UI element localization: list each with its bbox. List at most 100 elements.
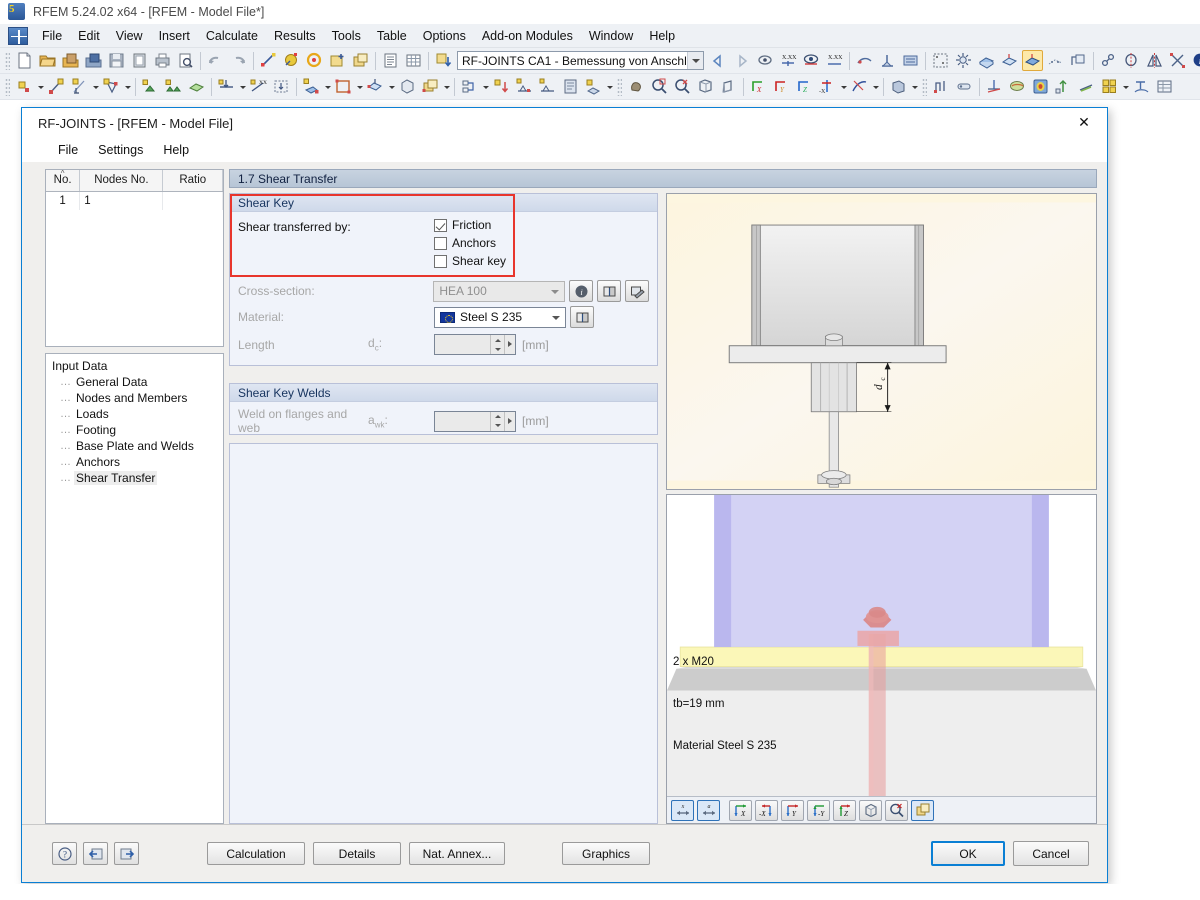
view-x-button[interactable]: X — [729, 799, 752, 821]
print-icon[interactable] — [152, 50, 173, 71]
support-icon[interactable] — [877, 50, 898, 71]
select-window-icon[interactable] — [333, 76, 354, 97]
stepper-up-icon[interactable] — [491, 336, 504, 345]
view-y-button[interactable]: Y — [781, 799, 804, 821]
table-icon[interactable] — [403, 50, 424, 71]
result-grid-dropdown-icon[interactable] — [1121, 77, 1130, 97]
length-input[interactable] — [434, 334, 516, 355]
result-grid-icon[interactable] — [1099, 76, 1120, 97]
stepper-down-icon[interactable] — [491, 421, 504, 430]
dialog-menu-file[interactable]: File — [48, 141, 88, 159]
show-dimension-a-button[interactable]: a — [697, 799, 720, 821]
mesh-refine-icon[interactable] — [514, 76, 535, 97]
new-polygon-icon[interactable] — [101, 76, 122, 97]
new-node-dropdown-icon[interactable] — [36, 77, 45, 97]
generate-dropdown-icon[interactable] — [605, 77, 614, 97]
tree-item-loads[interactable]: … Loads — [60, 406, 223, 422]
view-in-x-icon[interactable]: X — [748, 76, 769, 97]
navigator-tree[interactable]: Input Data … General Data … Nodes and Me… — [45, 353, 224, 824]
graphics-toolbar[interactable]: x a X -X Y -Y Z — [667, 796, 1096, 823]
view-in-z-icon[interactable]: Z — [794, 76, 815, 97]
main-menu-bar[interactable]: File Edit View Insert Calculate Results … — [0, 24, 1200, 48]
new-dimension-dropdown-icon[interactable] — [91, 77, 100, 97]
add-selection-icon[interactable] — [327, 50, 348, 71]
weld-thickness-input[interactable] — [434, 410, 516, 432]
menu-insert[interactable]: Insert — [151, 26, 198, 46]
edit-object-icon[interactable] — [301, 76, 322, 97]
new-support-icon[interactable] — [140, 76, 161, 97]
length-more-icon[interactable] — [504, 335, 515, 354]
copy-view-icon[interactable] — [350, 50, 371, 71]
result-value-icon[interactable] — [1131, 76, 1152, 97]
menu-help[interactable]: Help — [641, 26, 683, 46]
mirror-icon[interactable] — [1144, 50, 1165, 71]
result-table-icon[interactable] — [1154, 76, 1175, 97]
column-header-ratio[interactable]: Ratio — [162, 170, 223, 192]
connect-lines-dropdown-icon[interactable] — [481, 77, 490, 97]
calculation-button[interactable]: Calculation — [207, 842, 305, 865]
select-special-icon[interactable] — [281, 50, 302, 71]
generate-icon[interactable] — [583, 76, 604, 97]
cross-section-combo[interactable]: HEA 100 — [433, 280, 565, 302]
module-selector-chevron-down-icon[interactable] — [686, 52, 703, 69]
cross-section-info-button[interactable]: i — [569, 280, 593, 302]
result-section-icon[interactable] — [1076, 76, 1097, 97]
dialog-menu-settings[interactable]: Settings — [88, 141, 153, 159]
checkbox-friction[interactable]: Friction — [434, 218, 506, 232]
next-page-button[interactable] — [114, 842, 139, 865]
value-xx2-icon[interactable]: X.XX — [824, 50, 845, 71]
chevron-down-icon[interactable] — [547, 282, 564, 301]
perspective-view-icon[interactable] — [718, 76, 739, 97]
module-selector-combo[interactable]: RF-JOINTS CA1 - Bemessung von Anschl — [457, 51, 704, 70]
view-z-button[interactable]: Z — [833, 799, 856, 821]
weld-more-icon[interactable] — [504, 411, 515, 431]
isometric-view-button[interactable] — [859, 799, 882, 821]
menu-options[interactable]: Options — [415, 26, 474, 46]
move-object-dropdown-icon[interactable] — [387, 77, 396, 97]
select-all-icon[interactable] — [304, 50, 325, 71]
main-toolbar-row-2[interactable]: XX X Y Z -X — [0, 74, 1200, 100]
report-icon[interactable] — [380, 50, 401, 71]
zoom-all-cube-icon[interactable] — [695, 76, 716, 97]
model-3d-view[interactable]: 2 x M20 tb=19 mm Material Steel S 235 x … — [666, 494, 1097, 824]
render-active-icon[interactable] — [1021, 50, 1043, 71]
view-in-minus-x-icon[interactable]: -X — [817, 76, 838, 97]
menu-view[interactable]: View — [108, 26, 151, 46]
table-row[interactable]: 1 1 — [46, 191, 223, 210]
help-button[interactable]: ? — [52, 842, 77, 865]
checkbox-anchors-box[interactable] — [434, 236, 447, 250]
render-solid-icon[interactable] — [976, 50, 997, 71]
tree-item-base-plate-and-welds[interactable]: … Base Plate and Welds — [60, 438, 223, 454]
menu-calculate[interactable]: Calculate — [198, 26, 266, 46]
sections-icon[interactable] — [1068, 50, 1089, 71]
stepper-down-icon[interactable] — [491, 345, 504, 354]
member-label-icon[interactable] — [954, 76, 975, 97]
isosurface-icon[interactable] — [1030, 76, 1051, 97]
nodal-release-icon[interactable] — [1098, 50, 1119, 71]
new-line-icon[interactable] — [46, 76, 67, 97]
menu-table[interactable]: Table — [369, 26, 415, 46]
calculate-model-icon[interactable] — [560, 76, 581, 97]
mesh-view-icon[interactable] — [1045, 50, 1066, 71]
new-node-icon[interactable] — [14, 76, 35, 97]
redo-icon[interactable] — [228, 50, 249, 71]
select-objects-icon[interactable] — [258, 50, 279, 71]
undo-icon[interactable] — [205, 50, 226, 71]
menu-tools[interactable]: Tools — [324, 26, 369, 46]
toolbar-grip[interactable] — [5, 51, 10, 70]
open-project-icon[interactable] — [83, 50, 104, 71]
show-dimension-x-button[interactable]: x — [671, 799, 694, 821]
surface-loads-icon[interactable] — [900, 50, 921, 71]
view-results-icon[interactable] — [755, 50, 776, 71]
column-header-no[interactable]: ^ No. — [46, 170, 81, 192]
toolbar-grip-3[interactable] — [617, 77, 622, 96]
value-xx-icon[interactable]: X.XX — [778, 50, 799, 71]
checkbox-shear-key[interactable]: Shear key — [434, 254, 506, 268]
open-model-icon[interactable] — [60, 50, 81, 71]
deformation-view-icon[interactable] — [849, 76, 870, 97]
view-minus-x-button[interactable]: -X — [755, 799, 778, 821]
zoom-reset-icon[interactable] — [672, 76, 693, 97]
previous-module-icon[interactable] — [708, 51, 728, 71]
new-dimension-icon[interactable] — [69, 76, 90, 97]
snap-settings-icon[interactable] — [953, 50, 974, 71]
